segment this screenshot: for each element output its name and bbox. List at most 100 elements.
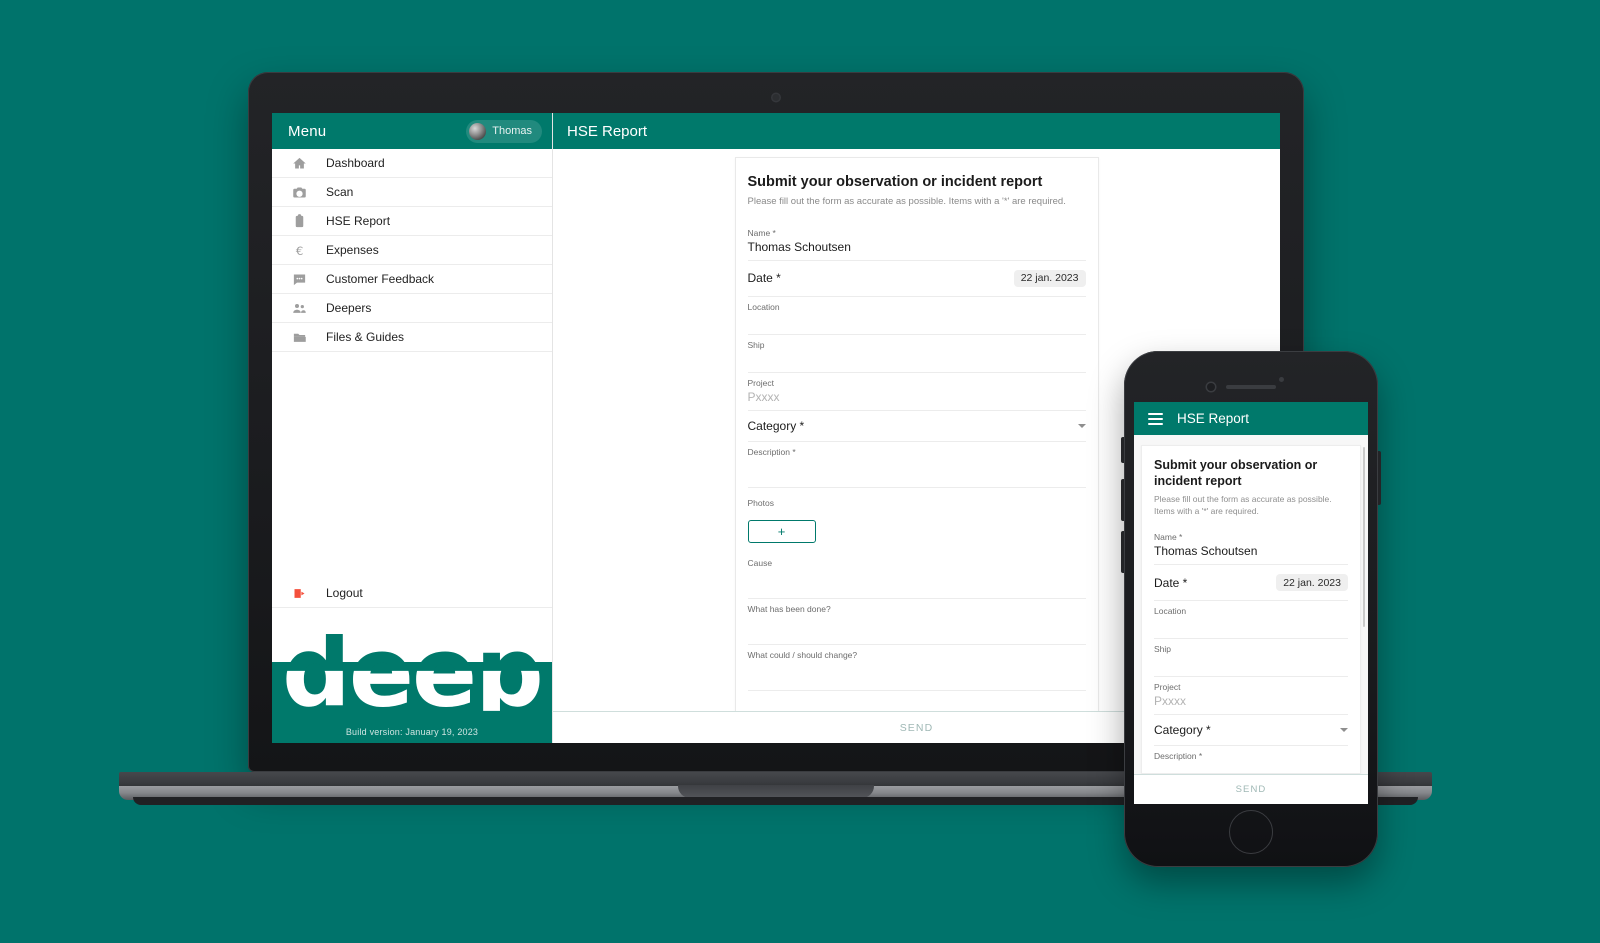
- mobile-date-value-pill[interactable]: 22 jan. 2023: [1276, 574, 1348, 592]
- field-name[interactable]: Name * Thomas Schoutsen: [747, 223, 1086, 261]
- phone-volume-down-button[interactable]: [1121, 531, 1124, 573]
- camera-icon: [284, 185, 314, 200]
- mobile-send-button[interactable]: SEND: [1236, 784, 1267, 795]
- topbar: HSE Report: [553, 113, 1280, 149]
- mobile-field-project[interactable]: Project Pxxxx: [1154, 677, 1348, 716]
- mobile-topbar: HSE Report: [1134, 402, 1368, 435]
- sidebar-nav: Dashboard Scan HSE Report € Expenses Cus…: [272, 149, 552, 352]
- mobile-field-ship[interactable]: Ship: [1154, 639, 1348, 678]
- field-location[interactable]: Location: [747, 297, 1086, 335]
- avatar: [469, 122, 487, 140]
- scene: Menu Thomas Dashboard Scan HSE Report € …: [0, 0, 1600, 943]
- field-what-has-been-done[interactable]: What has been done?: [747, 599, 1086, 645]
- field-description[interactable]: Description *: [747, 442, 1086, 488]
- sidebar-item-label: Expenses: [326, 243, 379, 257]
- phone-sensor-icon: [1279, 377, 1284, 382]
- mobile-content-scroll-area: Submit your observation or incident repo…: [1134, 435, 1368, 774]
- field-label: Name *: [1154, 532, 1183, 543]
- mobile-page-title: HSE Report: [1177, 411, 1250, 426]
- field-label: Location: [1154, 606, 1187, 617]
- build-version-label: Build version: January 19, 2023: [345, 727, 479, 737]
- field-placeholder: Pxxxx: [1154, 694, 1187, 709]
- field-label: Ship: [1154, 644, 1172, 655]
- laptop-webcam-icon: [772, 94, 780, 101]
- sidebar-item-files-guides[interactable]: Files & Guides: [272, 323, 552, 352]
- sidebar-item-label: HSE Report: [326, 214, 391, 228]
- phone-power-button[interactable]: [1378, 451, 1381, 505]
- mobile-report-form: Name * Thomas Schoutsen Date * 22 jan. 2…: [1142, 517, 1360, 774]
- sidebar-item-label: Dashboard: [326, 156, 385, 170]
- field-value: Thomas Schoutsen: [1154, 544, 1258, 559]
- page-title: HSE Report: [567, 122, 648, 140]
- euro-icon: €: [284, 243, 314, 258]
- field-date[interactable]: Date * 22 jan. 2023: [747, 261, 1086, 297]
- menu-title: Menu: [288, 122, 327, 140]
- date-value-pill[interactable]: 22 jan. 2023: [1013, 269, 1086, 287]
- mobile-field-location[interactable]: Location: [1154, 601, 1348, 640]
- field-label: Location: [747, 301, 780, 312]
- phone-home-button[interactable]: [1229, 810, 1273, 854]
- field-category[interactable]: Category *: [747, 411, 1086, 442]
- field-label: Name *: [747, 227, 776, 238]
- sidebar-item-label: Customer Feedback: [326, 272, 435, 286]
- field-label: Date *: [1154, 575, 1188, 590]
- mobile-field-date[interactable]: Date * 22 jan. 2023: [1154, 565, 1348, 602]
- field-placeholder: Pxxxx: [747, 389, 780, 404]
- mobile-field-category[interactable]: Category *: [1154, 715, 1348, 747]
- field-ship[interactable]: Ship: [747, 335, 1086, 373]
- sidebar-item-scan[interactable]: Scan: [272, 178, 552, 207]
- user-name: Thomas: [492, 125, 532, 137]
- sidebar-item-deepers[interactable]: Deepers: [272, 294, 552, 323]
- home-icon: [284, 156, 314, 171]
- field-photos: Photos +: [747, 488, 1086, 553]
- logout-button[interactable]: Logout: [272, 579, 552, 608]
- sidebar-item-customer-feedback[interactable]: Customer Feedback: [272, 265, 552, 294]
- hamburger-icon[interactable]: [1148, 412, 1163, 425]
- field-project[interactable]: Project Pxxxx: [747, 373, 1086, 411]
- brand-logo-block: deep deep Build version: January 19, 202…: [272, 608, 552, 743]
- field-label: What has been done?: [747, 603, 831, 614]
- field-what-could-should-change[interactable]: What could / should change?: [747, 645, 1086, 691]
- field-label: What could / should change?: [747, 649, 858, 660]
- sidebar-item-dashboard[interactable]: Dashboard: [272, 149, 552, 178]
- chevron-down-icon[interactable]: [1340, 728, 1348, 733]
- field-label: Cause: [747, 557, 773, 568]
- field-label: Photos: [747, 497, 774, 508]
- sidebar-item-expenses[interactable]: € Expenses: [272, 236, 552, 265]
- sidebar-item-hse-report[interactable]: HSE Report: [272, 207, 552, 236]
- user-chip[interactable]: Thomas: [466, 119, 542, 143]
- chat-bubble-icon: [284, 272, 314, 287]
- field-label: Project: [1154, 682, 1181, 693]
- field-label: Project: [747, 377, 774, 388]
- mobile-send-bar[interactable]: SEND: [1134, 774, 1368, 804]
- mobile-field-description[interactable]: Description *: [1154, 746, 1348, 774]
- mobile-form-subheading: Please fill out the form as accurate as …: [1154, 494, 1332, 516]
- sidebar: Menu Thomas Dashboard Scan HSE Report € …: [272, 113, 553, 743]
- send-button[interactable]: SEND: [900, 722, 934, 734]
- chevron-down-icon[interactable]: [1077, 423, 1086, 428]
- phone-volume-up-button[interactable]: [1121, 479, 1124, 521]
- logout-icon: [284, 586, 314, 601]
- folder-icon: [284, 330, 314, 345]
- sidebar-item-label: Deepers: [326, 301, 372, 315]
- svg-text:€: €: [295, 243, 303, 257]
- add-photo-button[interactable]: +: [747, 519, 816, 543]
- phone-front-camera-icon: [1207, 383, 1215, 391]
- mobile-scrollbar[interactable]: [1362, 447, 1365, 627]
- sidebar-header: Menu Thomas: [272, 113, 552, 149]
- field-cause[interactable]: Cause: [747, 553, 1086, 599]
- clipboard-icon: [284, 213, 314, 229]
- form-subheading: Please fill out the form as accurate as …: [747, 196, 1066, 207]
- field-label: Category *: [747, 418, 805, 433]
- phone-body: HSE Report Submit your observation or in…: [1121, 351, 1381, 867]
- phone-device-mockup: HSE Report Submit your observation or in…: [1121, 351, 1381, 867]
- phone-silent-switch[interactable]: [1121, 437, 1124, 463]
- mobile-field-name[interactable]: Name * Thomas Schoutsen: [1154, 527, 1348, 566]
- form-heading: Submit your observation or incident repo…: [747, 174, 1043, 190]
- phone-speaker: [1226, 385, 1276, 389]
- report-form: Name * Thomas Schoutsen Date * 22 jan. 2…: [736, 209, 1098, 691]
- people-icon: [284, 301, 314, 316]
- phone-screen: HSE Report Submit your observation or in…: [1134, 402, 1368, 804]
- mobile-report-form-card: Submit your observation or incident repo…: [1141, 445, 1361, 774]
